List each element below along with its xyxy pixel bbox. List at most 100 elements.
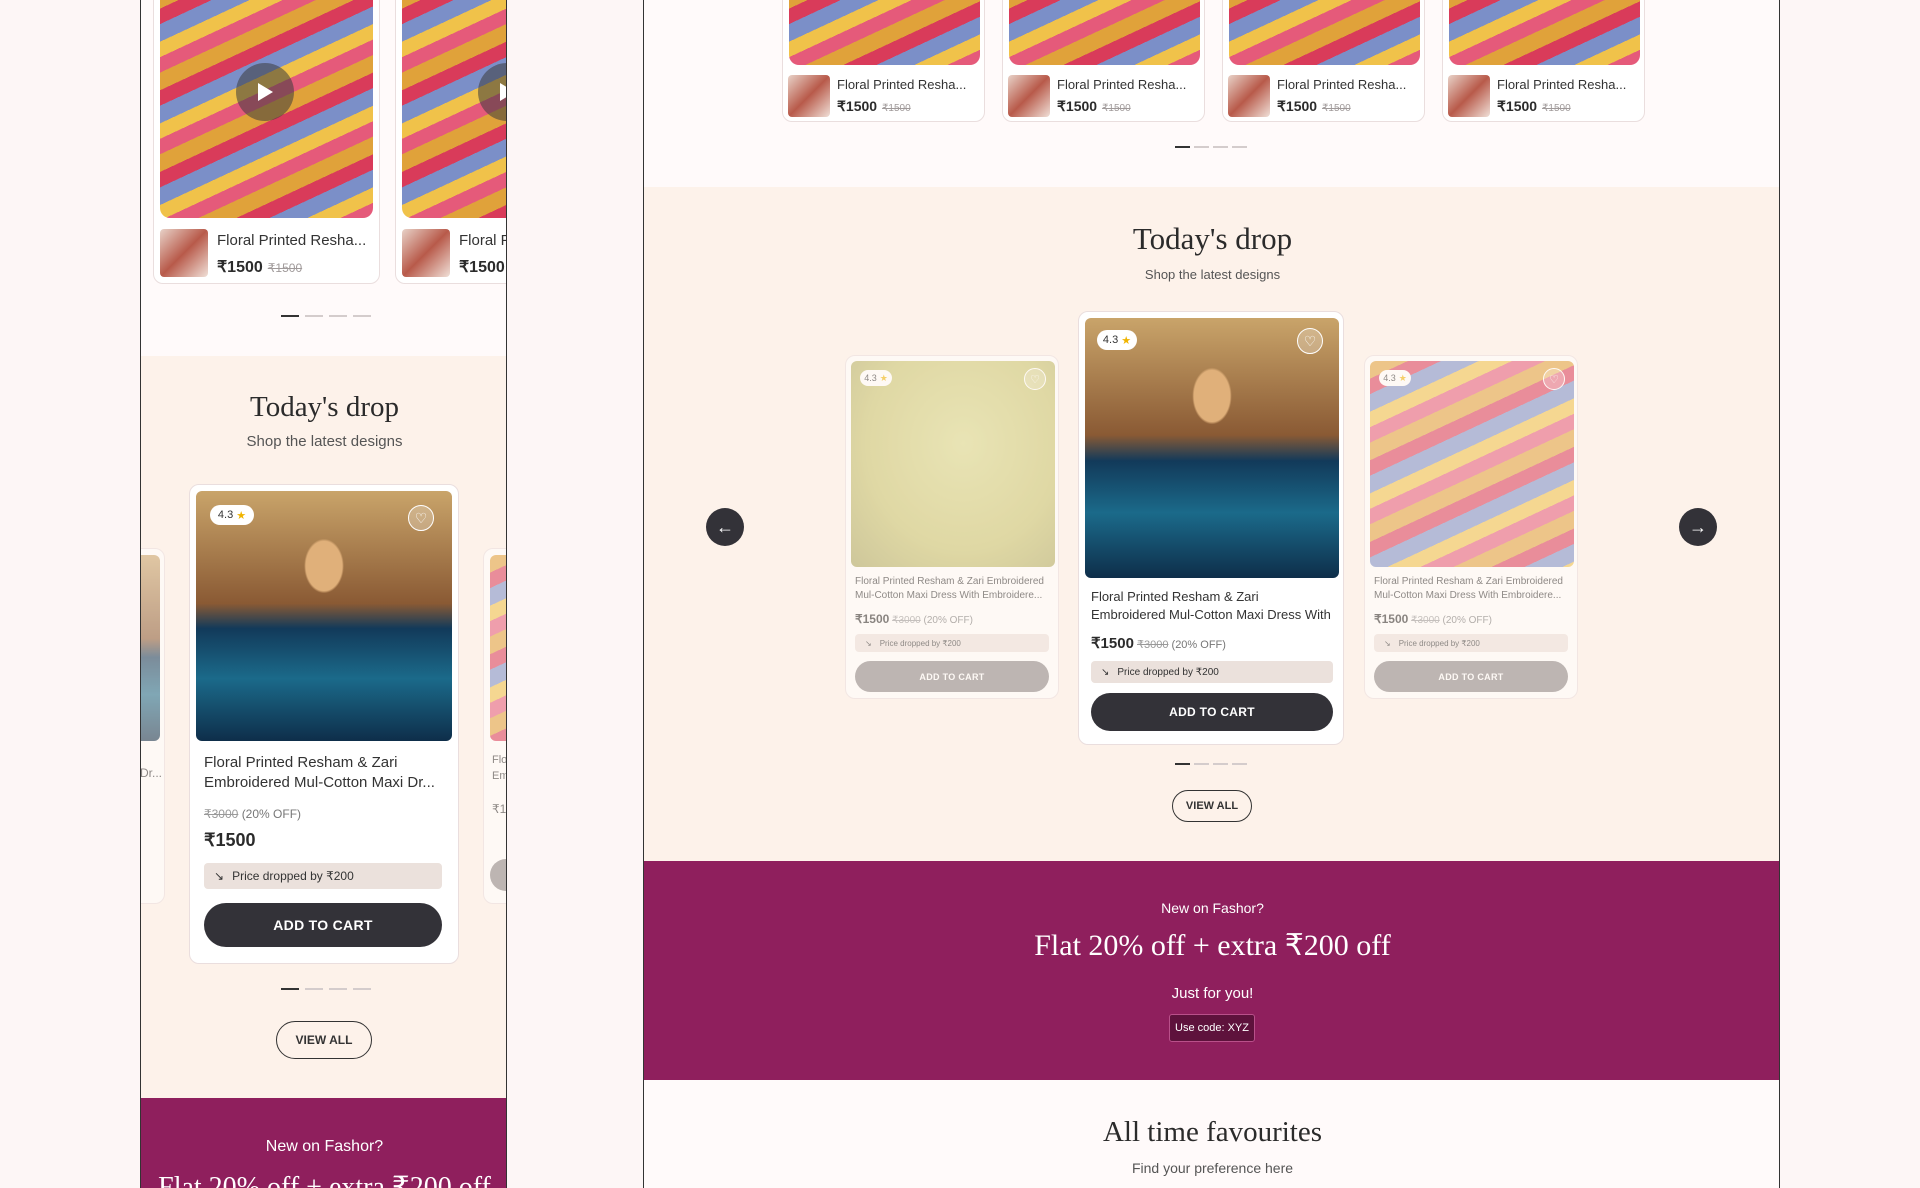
product-price-line: ₹1500 ₹3000 (20% OFF) <box>1374 612 1492 626</box>
reel-price: ₹1500 ₹1500 <box>1497 98 1571 114</box>
add-to-cart-button[interactable]: ADD TO CART <box>855 661 1049 692</box>
product-name-snippet: Em <box>492 770 507 782</box>
wishlist-heart-icon[interactable]: ♡ <box>1024 368 1046 390</box>
product-image[interactable] <box>851 361 1055 567</box>
promo-code-chip[interactable]: Use code: XYZ <box>1169 1014 1255 1042</box>
product-card[interactable]: 4.3 ★ ♡ Floral Printed Resham & Zari Embr… <box>845 355 1059 699</box>
wishlist-heart-icon[interactable]: ♡ <box>1297 328 1323 354</box>
reel-card[interactable]: Floral Printed Resha... ₹1500 ₹1500 <box>1002 0 1205 122</box>
product-image[interactable] <box>1370 361 1574 567</box>
product-price-line: ₹1500 ₹3000 (20% OFF) <box>1091 635 1226 652</box>
rating-badge: 4.3 ★ <box>210 505 254 525</box>
product-card[interactable]: 4.3 ★ ♡ Floral Printed Resham & Zari Embr… <box>189 484 459 964</box>
reel-pagination[interactable] <box>1175 146 1247 148</box>
drop-pagination[interactable] <box>1175 763 1247 765</box>
section-subtitle: Shop the latest designs <box>246 433 403 450</box>
reel-price: ₹1500 ₹1500 <box>217 259 303 276</box>
reel-image <box>1449 0 1640 65</box>
reel-card[interactable]: Floral F ₹1500 <box>395 0 507 284</box>
rating-badge: 4.3 ★ <box>1379 370 1411 386</box>
star-icon: ★ <box>236 509 247 522</box>
wishlist-heart-icon[interactable]: ♡ <box>1543 368 1565 390</box>
reel-price: ₹1500 ₹1500 <box>837 98 911 114</box>
product-name[interactable]: Floral Printed Resham & Zari Embroidered… <box>204 753 448 799</box>
reel-title: Floral Printed Resha... <box>217 232 367 249</box>
arrow-down-right-icon: ↘ <box>214 869 225 883</box>
section-subtitle: Shop the latest designs <box>1144 267 1281 282</box>
reel-title: Floral F <box>459 232 507 249</box>
reel-thumbnail <box>1228 75 1270 117</box>
reel-pagination[interactable] <box>281 315 371 317</box>
reel-price: ₹1500 ₹1500 <box>1057 98 1131 114</box>
reel-card[interactable]: Floral Printed Resha... ₹1500 ₹1500 <box>153 0 380 284</box>
promo-eyebrow: New on Fashor? <box>265 1138 384 1155</box>
price-drop-badge: ↘ Price dropped by ₹200 <box>855 634 1049 652</box>
star-icon: ★ <box>1121 334 1132 347</box>
favourites-section: All time favourites Find your preference… <box>644 1080 1779 1188</box>
section-title: Today's drop <box>1132 221 1293 256</box>
reel-old-price: ₹1500 <box>267 261 303 275</box>
reel-title: Floral Printed Resha... <box>1497 77 1627 92</box>
add-to-cart-button[interactable]: ADD TO CART <box>204 903 442 947</box>
product-name[interactable]: Floral Printed Resham & Zari Embroidered… <box>855 575 1053 605</box>
promo-banner: New on Fashor? Flat 20% off + extra ₹200… <box>644 861 1779 1080</box>
promo-headline: Flat 20% off + extra ₹200 off <box>158 1172 491 1188</box>
reel-thumbnail <box>1008 75 1050 117</box>
play-icon[interactable] <box>236 63 294 121</box>
reel-price: ₹1500 ₹1500 <box>1277 98 1351 114</box>
promo-headline: Flat 20% off + extra ₹200 off <box>1034 929 1391 962</box>
reel-thumbnail <box>788 75 830 117</box>
section-subtitle: Find your preference here <box>1131 1160 1294 1176</box>
section-title: All time favourites <box>1102 1116 1323 1148</box>
price-drop-badge: ↘ Price dropped by ₹200 <box>1091 661 1333 683</box>
add-to-cart-button[interactable]: ADD TO CART <box>1374 661 1568 692</box>
reel-title: Floral Printed Resha... <box>1057 77 1187 92</box>
rating-badge: 4.3 ★ <box>1097 330 1137 350</box>
product-name[interactable]: Floral Printed Resham & Zari Embroidered… <box>1374 575 1572 605</box>
price-drop-badge: ↘ Price dropped by ₹200 <box>204 863 442 889</box>
mobile-preview: Floral Printed Resha... ₹1500 ₹1500 Flora… <box>140 0 507 1188</box>
product-card[interactable]: 4.3 ★ ♡ Floral Printed Resham & Zari Embr… <box>1364 355 1578 699</box>
product-card-prev[interactable]: Dr... <box>141 548 165 904</box>
product-price-line: ₹1500 ₹3000 (20% OFF) <box>855 612 973 626</box>
carousel-next-arrow-icon[interactable]: → <box>1679 508 1717 546</box>
carousel-prev-arrow-icon[interactable]: ← <box>706 508 744 546</box>
arrow-down-right-icon: ↘ <box>1384 638 1391 648</box>
arrow-down-right-icon: ↘ <box>865 638 872 648</box>
product-image[interactable] <box>1085 318 1339 578</box>
add-to-cart-button[interactable]: ADD TO CART <box>1091 693 1333 731</box>
desktop-preview: Floral Printed Resha... ₹1500 ₹1500 Flora… <box>643 0 1780 1188</box>
reel-image <box>1229 0 1420 65</box>
star-icon: ★ <box>879 372 888 383</box>
reel-image <box>789 0 980 65</box>
promo-tagline: Just for you! <box>1171 985 1254 1002</box>
product-image <box>490 555 506 741</box>
reel-price: ₹1500 <box>459 259 505 276</box>
arrow-down-right-icon: ↘ <box>1101 666 1110 678</box>
drop-pagination[interactable] <box>281 988 371 990</box>
promo-banner: New on Fashor? Flat 20% off + extra ₹200… <box>141 1098 506 1188</box>
view-all-button[interactable]: VIEW ALL <box>1172 790 1252 822</box>
reel-thumbnail <box>402 229 450 277</box>
todays-drop-section: Today's drop Shop the latest designs Dr.… <box>141 356 507 1098</box>
product-name[interactable]: Floral Printed Resham & Zari Embroidered… <box>1091 588 1335 626</box>
product-card-active[interactable]: 4.3 ★ ♡ Floral Printed Resham & Zari Embr… <box>1078 311 1344 745</box>
product-image <box>141 555 160 741</box>
reel-image <box>1009 0 1200 65</box>
wishlist-heart-icon[interactable]: ♡ <box>408 505 434 531</box>
reel-card[interactable]: Floral Printed Resha... ₹1500 ₹1500 <box>1442 0 1645 122</box>
product-price-snippet: ₹15 <box>492 802 507 816</box>
product-card-next[interactable]: Flo Em ₹15 <box>483 548 507 904</box>
view-all-button[interactable]: VIEW ALL <box>276 1021 372 1059</box>
reel-title: Floral Printed Resha... <box>1277 77 1407 92</box>
product-price: ₹1500 <box>204 830 256 850</box>
promo-eyebrow: New on Fashor? <box>1161 900 1264 916</box>
add-to-cart-button[interactable] <box>490 859 506 891</box>
star-icon: ★ <box>1398 372 1407 383</box>
reel-title: Floral Printed Resha... <box>837 77 967 92</box>
reel-card[interactable]: Floral Printed Resha... ₹1500 ₹1500 <box>782 0 985 122</box>
reel-thumbnail <box>1448 75 1490 117</box>
product-name-snippet: Flo <box>492 754 507 766</box>
todays-drop-section: Today's drop Shop the latest designs ← →… <box>644 187 1779 861</box>
reel-card[interactable]: Floral Printed Resha... ₹1500 ₹1500 <box>1222 0 1425 122</box>
